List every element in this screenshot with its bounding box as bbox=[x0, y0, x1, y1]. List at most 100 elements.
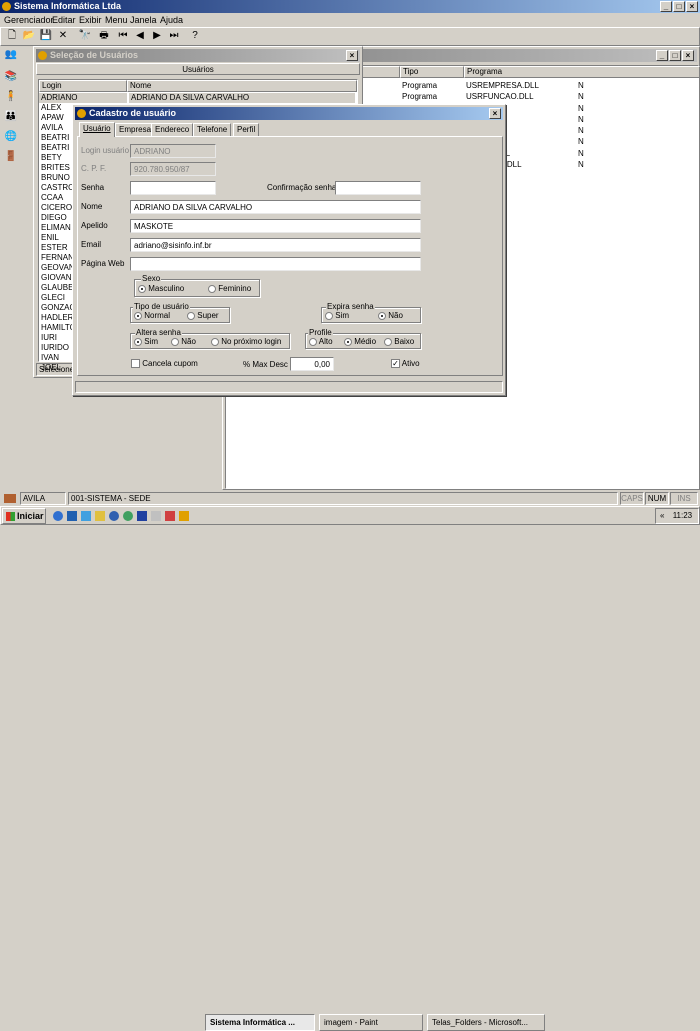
minimize-button[interactable]: _ bbox=[660, 1, 672, 12]
grid-header-programa[interactable]: Programa bbox=[464, 66, 700, 78]
max-desc-field[interactable]: 0,00 bbox=[290, 357, 334, 371]
print-icon[interactable]: 🖶 bbox=[96, 29, 112, 44]
program-tipo: Programa bbox=[402, 81, 438, 90]
pagina-web-label: Página Web bbox=[81, 259, 125, 268]
tab-perfil[interactable]: Perfil bbox=[233, 123, 260, 136]
tray-chevron-icon[interactable]: « bbox=[660, 511, 664, 520]
help-icon[interactable]: ? bbox=[187, 29, 203, 44]
status-company: 001-SISTEMA - SEDE bbox=[68, 492, 618, 505]
cancela-cupom-checkbox[interactable]: Cancela cupom bbox=[131, 359, 198, 369]
programs-maximize-button[interactable]: □ bbox=[669, 50, 681, 61]
sexo-group: Sexo Masculino Feminino bbox=[134, 274, 260, 297]
find-icon[interactable]: 🔭 bbox=[77, 29, 93, 44]
grid-header-tipo[interactable]: Tipo bbox=[400, 66, 464, 78]
quick-launch-app-icon[interactable] bbox=[165, 511, 175, 521]
tab-usuario[interactable]: Usuário bbox=[79, 122, 115, 137]
quick-launch-desktop-icon[interactable] bbox=[81, 511, 91, 521]
program-flag: N bbox=[578, 126, 584, 136]
nome-field[interactable]: ADRIANO DA SILVA CARVALHO bbox=[130, 200, 421, 214]
selection-window-title-bar: Seleção de Usuários × bbox=[36, 49, 360, 62]
person-icon[interactable]: 🧍 bbox=[3, 90, 19, 105]
ativo-checkbox[interactable]: ✓ Ativo bbox=[391, 359, 420, 369]
nome-label: Nome bbox=[81, 202, 103, 211]
users-header-nome[interactable]: Nome bbox=[127, 80, 357, 92]
altera-senha-title: Altera senha bbox=[135, 328, 182, 337]
app-title: Sistema Informática Ltda bbox=[14, 1, 122, 11]
last-record-icon[interactable]: ⏭ bbox=[166, 29, 182, 44]
profile-baixo-radio[interactable]: Baixo bbox=[384, 337, 414, 346]
menu-menu[interactable]: Menu bbox=[105, 13, 128, 27]
tab-empresa[interactable]: Empresa bbox=[115, 123, 156, 136]
sexo-masculino-radio[interactable]: Masculino bbox=[138, 284, 184, 293]
user-list-item[interactable]: ADRIANO bbox=[39, 93, 127, 103]
menu-ajuda[interactable]: Ajuda bbox=[160, 13, 183, 27]
next-record-icon[interactable]: ▶ bbox=[149, 29, 165, 44]
menu-exibir[interactable]: Exibir bbox=[79, 13, 102, 27]
programs-minimize-button[interactable]: _ bbox=[656, 50, 668, 61]
clock: 11:23 bbox=[672, 511, 693, 520]
cpf-label: C. P. F. bbox=[81, 164, 107, 173]
books-icon[interactable]: 📚 bbox=[3, 70, 19, 85]
menu-janela[interactable]: Janela bbox=[130, 13, 157, 27]
quick-launch-folder-icon[interactable] bbox=[95, 511, 105, 521]
first-record-icon[interactable]: ⏮ bbox=[115, 29, 131, 44]
altera-sim-radio[interactable]: Sim bbox=[134, 337, 158, 346]
pagina-web-field[interactable] bbox=[130, 257, 421, 271]
maximize-button[interactable]: □ bbox=[673, 1, 685, 12]
sexo-feminino-radio[interactable]: Feminino bbox=[208, 284, 251, 293]
task-paint[interactable]: imagem - Paint bbox=[319, 1014, 423, 1031]
open-folder-icon[interactable]: 📂 bbox=[21, 29, 37, 44]
program-name: USREMPRESA.DLL bbox=[466, 81, 539, 90]
tipo-normal-radio[interactable]: Normal bbox=[134, 311, 170, 320]
users-header-login[interactable]: Login bbox=[39, 80, 127, 92]
quick-launch-media-icon[interactable] bbox=[109, 511, 119, 521]
quick-launch-word-icon[interactable] bbox=[137, 511, 147, 521]
exit-icon[interactable]: 🚪 bbox=[3, 150, 19, 165]
users-selected-name[interactable]: ADRIANO DA SILVA CARVALHO bbox=[129, 93, 355, 103]
sexo-title: Sexo bbox=[141, 274, 162, 283]
menu-gerenciador[interactable]: Gerenciador bbox=[4, 13, 54, 27]
altera-nao-radio[interactable]: Não bbox=[171, 337, 196, 346]
menu-editar[interactable]: Editar bbox=[52, 13, 76, 27]
quick-launch-tool-icon[interactable] bbox=[179, 511, 189, 521]
start-button[interactable]: Iniciar bbox=[2, 508, 46, 524]
apelido-field[interactable]: MASKOTE bbox=[130, 219, 421, 233]
new-file-icon[interactable]: 🗋 bbox=[4, 29, 20, 44]
user-dialog-close-button[interactable]: × bbox=[489, 108, 501, 119]
profile-alto-radio[interactable]: Alto bbox=[309, 337, 333, 346]
close-button[interactable]: × bbox=[686, 1, 698, 12]
email-field[interactable]: adriano@sisinfo.inf.br bbox=[130, 238, 421, 252]
dialog-status-bar bbox=[75, 381, 503, 393]
programs-close-button[interactable]: × bbox=[682, 50, 694, 61]
expira-nao-radio[interactable]: Não bbox=[378, 311, 403, 320]
side-toolbar: 👥 📚 🧍 👪 🌐 🚪 bbox=[0, 46, 26, 491]
senha-field[interactable] bbox=[130, 181, 216, 195]
save-icon[interactable]: 💾 bbox=[38, 29, 54, 44]
confirmacao-field[interactable] bbox=[335, 181, 421, 195]
task-telas-folders[interactable]: Telas_Folders - Microsoft... bbox=[427, 1014, 545, 1031]
quick-launch-ie-icon[interactable] bbox=[53, 511, 63, 521]
selection-close-button[interactable]: × bbox=[346, 50, 358, 61]
users-icon[interactable]: 👥 bbox=[3, 48, 19, 63]
apelido-label: Apelido bbox=[81, 221, 108, 230]
menu-bar: Gerenciador Editar Exibir Menu Janela Aj… bbox=[0, 13, 700, 27]
status-num: NUM bbox=[645, 492, 669, 505]
login-field: ADRIANO bbox=[130, 144, 216, 158]
profile-medio-radio[interactable]: Médio bbox=[344, 337, 376, 346]
altera-proximo-login-radio[interactable]: No próximo login bbox=[211, 337, 281, 346]
tab-telefone[interactable]: Telefone bbox=[193, 123, 232, 136]
quick-launch-mail-icon[interactable] bbox=[151, 511, 161, 521]
task-sistema[interactable]: Sistema Informática ... bbox=[205, 1014, 315, 1031]
expira-sim-radio[interactable]: Sim bbox=[325, 311, 349, 320]
globe-icon[interactable]: 🌐 bbox=[3, 130, 19, 145]
tab-endereco[interactable]: Endereco bbox=[151, 123, 194, 136]
status-ins: INS bbox=[670, 492, 698, 505]
expira-senha-group: Expira senha Sim Não bbox=[321, 302, 421, 323]
previous-record-icon[interactable]: ◀ bbox=[132, 29, 148, 44]
user-dialog-icon bbox=[77, 109, 86, 118]
delete-icon[interactable]: ✕ bbox=[55, 29, 71, 44]
group-icon[interactable]: 👪 bbox=[3, 110, 19, 125]
tipo-super-radio[interactable]: Super bbox=[187, 311, 219, 320]
quick-launch-globe-icon[interactable] bbox=[123, 511, 133, 521]
quick-launch-outlook-icon[interactable] bbox=[67, 511, 77, 521]
